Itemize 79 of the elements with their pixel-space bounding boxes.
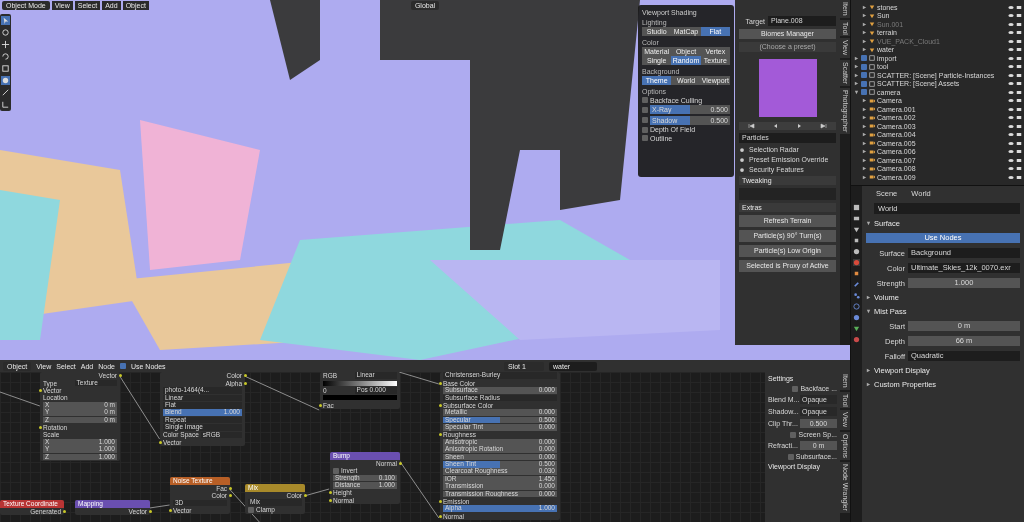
- camera-icon: [869, 174, 875, 181]
- socket-icon[interactable]: [398, 461, 402, 465]
- annotate-icon[interactable]: [1, 88, 10, 97]
- render-tab-icon[interactable]: [853, 215, 860, 222]
- checkbox[interactable]: [792, 385, 799, 392]
- socket-icon[interactable]: [438, 514, 442, 518]
- node-link: [119, 375, 160, 440]
- socket-icon[interactable]: [62, 509, 66, 513]
- checkbox[interactable]: [861, 80, 867, 87]
- socket-icon[interactable]: [438, 433, 442, 437]
- world-tab-icon[interactable]: [853, 259, 860, 266]
- socket-icon[interactable]: [303, 493, 307, 497]
- socket-icon[interactable]: [118, 374, 122, 378]
- socket-icon[interactable]: [158, 440, 162, 444]
- shader-node[interactable]: [440, 372, 560, 520]
- physics-tab-icon[interactable]: [853, 303, 860, 310]
- socket-icon[interactable]: [38, 425, 42, 429]
- preview-image-placeholder: [758, 59, 817, 117]
- checkbox[interactable]: [861, 55, 867, 62]
- checkbox[interactable]: [861, 72, 867, 79]
- scene-tab-icon[interactable]: [853, 248, 860, 255]
- expand-arrow-icon[interactable]: [854, 55, 859, 61]
- move-icon[interactable]: [1, 40, 10, 49]
- checkbox[interactable]: [642, 117, 648, 123]
- expand-arrow-icon[interactable]: [854, 72, 859, 78]
- expand-arrow-icon[interactable]: [854, 64, 859, 70]
- socket-icon[interactable]: [38, 388, 42, 392]
- output-tab-icon[interactable]: [853, 226, 860, 233]
- checkbox[interactable]: [248, 506, 254, 513]
- checkbox[interactable]: [642, 126, 648, 133]
- expand-arrow-icon[interactable]: [862, 4, 867, 10]
- tool-tab-icon[interactable]: [853, 204, 860, 211]
- node-link: [149, 504, 170, 509]
- socket-icon[interactable]: [148, 509, 152, 513]
- expand-arrow-icon[interactable]: [866, 368, 871, 373]
- camera-icon: [869, 97, 875, 104]
- expand-arrow-icon[interactable]: [866, 221, 871, 226]
- wrench-icon[interactable]: [853, 281, 860, 288]
- checkbox[interactable]: [787, 453, 794, 460]
- expand-arrow-icon[interactable]: [854, 89, 859, 95]
- object-tab-icon[interactable]: [853, 270, 860, 277]
- expand-arrow-icon[interactable]: [866, 309, 871, 314]
- node-link: [398, 459, 440, 519]
- checkbox[interactable]: [333, 467, 339, 474]
- expand-arrow-icon[interactable]: [866, 382, 871, 387]
- socket-icon[interactable]: [318, 403, 322, 407]
- constraint-tab-icon[interactable]: [853, 314, 860, 321]
- view-layer-tab-icon[interactable]: [853, 237, 860, 244]
- color-ramp[interactable]: [323, 380, 397, 386]
- socket-icon[interactable]: [438, 403, 442, 407]
- color-swatch[interactable]: [323, 395, 397, 401]
- material-tab-icon[interactable]: [853, 336, 860, 343]
- checkbox[interactable]: [861, 63, 867, 70]
- checkbox[interactable]: [642, 135, 648, 141]
- expand-arrow-icon[interactable]: [854, 81, 859, 87]
- socket-icon[interactable]: [438, 381, 442, 385]
- scale-icon[interactable]: [1, 64, 10, 73]
- expand-arrow-icon[interactable]: [866, 295, 871, 300]
- particles-tab-icon[interactable]: [853, 292, 860, 299]
- expand-arrow-icon[interactable]: [862, 47, 867, 53]
- checkbox[interactable]: [861, 89, 867, 96]
- node-link: [398, 372, 440, 385]
- checkbox[interactable]: [119, 363, 126, 369]
- checkbox[interactable]: [642, 97, 648, 103]
- socket-icon[interactable]: [438, 499, 442, 503]
- checkbox[interactable]: [790, 431, 797, 438]
- skip-start-icon[interactable]: [746, 123, 757, 129]
- node-link: [0, 391, 41, 407]
- expand-arrow-icon[interactable]: [862, 30, 867, 36]
- measure-icon[interactable]: [1, 100, 10, 109]
- rotate-icon[interactable]: [1, 52, 10, 61]
- data-tab-icon[interactable]: [853, 325, 860, 332]
- expand-arrow-icon[interactable]: [862, 13, 867, 19]
- select-box-icon[interactable]: [1, 16, 10, 25]
- cursor-icon[interactable]: [1, 28, 10, 37]
- socket-icon[interactable]: [168, 508, 172, 512]
- transform-icon[interactable]: [1, 76, 10, 85]
- skip-end-icon[interactable]: [818, 123, 829, 129]
- checkbox[interactable]: [642, 106, 648, 113]
